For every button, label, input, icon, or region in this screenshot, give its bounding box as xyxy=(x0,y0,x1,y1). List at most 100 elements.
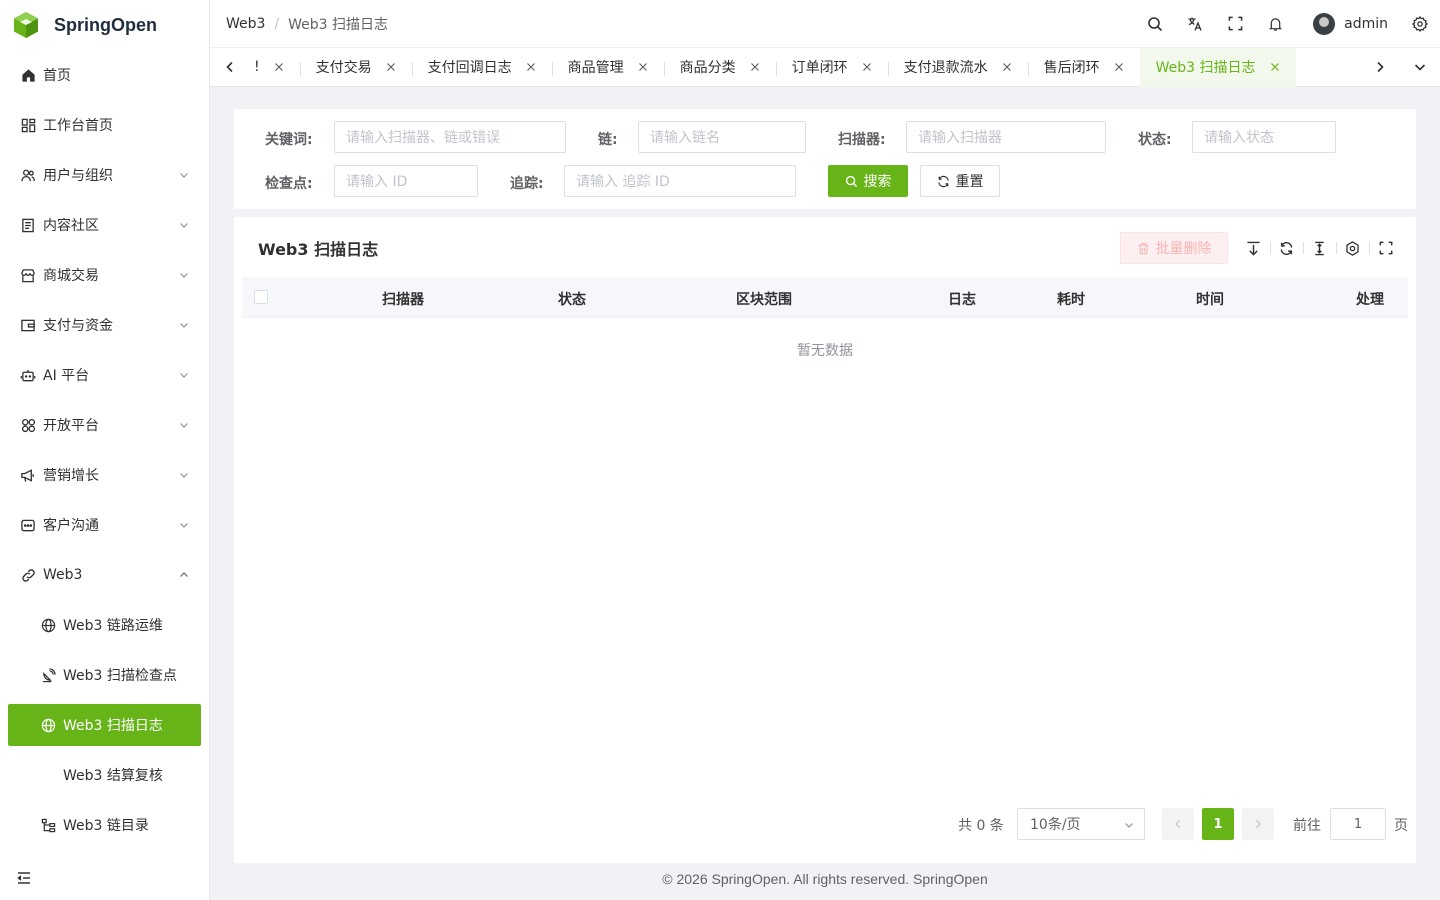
close-icon[interactable] xyxy=(862,62,872,72)
users-icon xyxy=(20,167,36,183)
tabs-bar: ! 支付交易 支付回调日志 商品管理 商品分类 订单闭环 支付退款流水 售后闭环… xyxy=(210,47,1440,87)
checkpoint-input[interactable]: 请输入 ID xyxy=(334,165,478,197)
column-header-time[interactable]: 时间 xyxy=(1196,289,1224,309)
chevron-left-icon xyxy=(1175,820,1180,828)
download-icon xyxy=(1247,241,1260,256)
user-menu[interactable]: admin xyxy=(1313,12,1388,35)
select-all-checkbox[interactable] xyxy=(254,290,268,304)
column-header-status[interactable]: 状态 xyxy=(558,289,586,309)
link-icon xyxy=(20,567,36,583)
close-icon[interactable] xyxy=(750,62,760,72)
scanner-input[interactable]: 请输入扫描器 xyxy=(906,121,1106,153)
tab-item[interactable]: 售后闭环 xyxy=(1027,48,1140,87)
tab-item[interactable]: ! xyxy=(250,48,300,87)
prev-page-button[interactable] xyxy=(1162,808,1194,840)
page-suffix: 页 xyxy=(1394,818,1408,834)
sidebar-item-web3[interactable]: Web3 xyxy=(0,550,209,600)
scanner-label: 扫描器: xyxy=(838,132,886,148)
sidebar-item-workbench[interactable]: 工作台首页 xyxy=(0,100,209,150)
sidebar-subitem-web3-checkpoint[interactable]: Web3 扫描检查点 xyxy=(0,650,209,700)
column-header-duration[interactable]: 耗时 xyxy=(1057,289,1085,309)
chain-input[interactable]: 请输入链名 xyxy=(638,121,806,153)
trace-input[interactable]: 请输入 追踪 ID xyxy=(564,165,796,197)
megaphone-icon xyxy=(20,467,36,483)
keyword-input[interactable]: 请输入扫描器、链或错误 xyxy=(334,121,566,153)
export-button[interactable] xyxy=(1237,232,1270,264)
tab-item[interactable]: 商品管理 xyxy=(551,48,664,87)
next-page-button[interactable] xyxy=(1242,808,1274,840)
refresh-button[interactable] xyxy=(1270,232,1303,264)
reset-button[interactable]: 重置 xyxy=(920,165,1000,197)
refresh-icon xyxy=(1280,241,1293,255)
column-header-logs[interactable]: 日志 xyxy=(948,289,976,309)
close-icon[interactable] xyxy=(638,62,648,72)
globe-icon xyxy=(40,717,56,733)
sidebar-item-payment[interactable]: 支付与资金 xyxy=(0,300,209,350)
sidebar-subitem-web3-ops[interactable]: Web3 链路运维 xyxy=(0,600,209,650)
chevron-down-icon xyxy=(180,223,188,228)
status-input[interactable]: 请输入状态 xyxy=(1192,121,1336,153)
sidebar: SpringOpen 首页 工作台首页 用户与组织 内容社区 商城交易 支付与资… xyxy=(0,0,210,900)
table-fullscreen-button[interactable] xyxy=(1369,232,1402,264)
tab-item-active[interactable]: Web3 扫描日志 xyxy=(1139,47,1296,87)
sidebar-collapse-button[interactable] xyxy=(16,870,32,886)
search-icon xyxy=(845,175,857,187)
sidebar-subitem-web3-scan-log[interactable]: Web3 扫描日志 xyxy=(8,704,201,746)
chevron-down-icon xyxy=(180,273,188,278)
chevron-down-icon xyxy=(180,523,188,528)
table-header: 扫描器 状态 区块范围 日志 耗时 时间 处理 xyxy=(242,277,1408,318)
gear-icon xyxy=(1412,15,1428,32)
chevron-right-icon xyxy=(1377,61,1384,73)
chevron-right-icon xyxy=(1256,820,1261,828)
tab-item[interactable]: 订单闭环 xyxy=(775,48,888,87)
sidebar-item-open[interactable]: 开放平台 xyxy=(0,400,209,450)
username: admin xyxy=(1344,15,1388,32)
close-icon[interactable] xyxy=(1270,62,1280,72)
sidebar-subitem-web3-settlement[interactable]: Web3 结算复核 xyxy=(0,750,209,800)
breadcrumb-separator: / xyxy=(274,15,280,32)
tab-item[interactable]: 支付交易 xyxy=(299,48,412,87)
page-size-select[interactable]: 10条/页 xyxy=(1017,808,1145,840)
checkpoint-label: 检查点: xyxy=(265,176,313,192)
column-header-scanner[interactable]: 扫描器 xyxy=(382,289,424,309)
chevron-left-icon xyxy=(226,61,233,73)
close-icon[interactable] xyxy=(1002,62,1012,72)
close-icon[interactable] xyxy=(386,62,396,72)
search-button[interactable]: 搜索 xyxy=(828,165,908,197)
sidebar-item-users[interactable]: 用户与组织 xyxy=(0,150,209,200)
tabs-scroll-right-button[interactable] xyxy=(1360,48,1400,87)
language-button[interactable] xyxy=(1175,0,1215,48)
search-button[interactable] xyxy=(1135,0,1175,48)
fullscreen-button[interactable] xyxy=(1215,0,1255,48)
density-button[interactable] xyxy=(1303,232,1336,264)
sidebar-item-mall[interactable]: 商城交易 xyxy=(0,250,209,300)
sidebar-item-content[interactable]: 内容社区 xyxy=(0,200,209,250)
settings-button[interactable] xyxy=(1400,0,1440,48)
tab-item[interactable]: 商品分类 xyxy=(663,48,776,87)
logo-cube-icon xyxy=(14,12,38,38)
logo[interactable]: SpringOpen xyxy=(0,0,209,50)
sidebar-item-customer[interactable]: 客户沟通 xyxy=(0,500,209,550)
breadcrumb-item[interactable]: Web3 xyxy=(226,16,265,32)
batch-delete-button[interactable]: 批量删除 xyxy=(1120,232,1228,264)
sidebar-item-marketing[interactable]: 营销增长 xyxy=(0,450,209,500)
close-icon[interactable] xyxy=(274,62,284,72)
sidebar-subitem-web3-chain-catalog[interactable]: Web3 链目录 xyxy=(0,800,209,850)
column-header-block-range[interactable]: 区块范围 xyxy=(736,289,792,309)
sidebar-item-ai[interactable]: AI 平台 xyxy=(0,350,209,400)
chevron-down-icon xyxy=(180,173,188,178)
bell-icon xyxy=(1268,17,1282,31)
tabs-scroll-left-button[interactable] xyxy=(210,48,250,87)
tab-item[interactable]: 支付退款流水 xyxy=(887,48,1028,87)
column-settings-button[interactable] xyxy=(1336,232,1369,264)
page-number-current[interactable]: 1 xyxy=(1202,808,1234,840)
avatar xyxy=(1313,12,1336,35)
close-icon[interactable] xyxy=(1114,62,1124,72)
notification-button[interactable] xyxy=(1255,0,1295,48)
sidebar-item-home[interactable]: 首页 xyxy=(0,50,209,100)
goto-page-input[interactable]: 1 xyxy=(1330,808,1386,840)
tabs-more-button[interactable] xyxy=(1400,48,1440,87)
close-icon[interactable] xyxy=(526,62,536,72)
tab-item[interactable]: 支付回调日志 xyxy=(411,48,552,87)
table-toolbar xyxy=(1237,232,1402,264)
